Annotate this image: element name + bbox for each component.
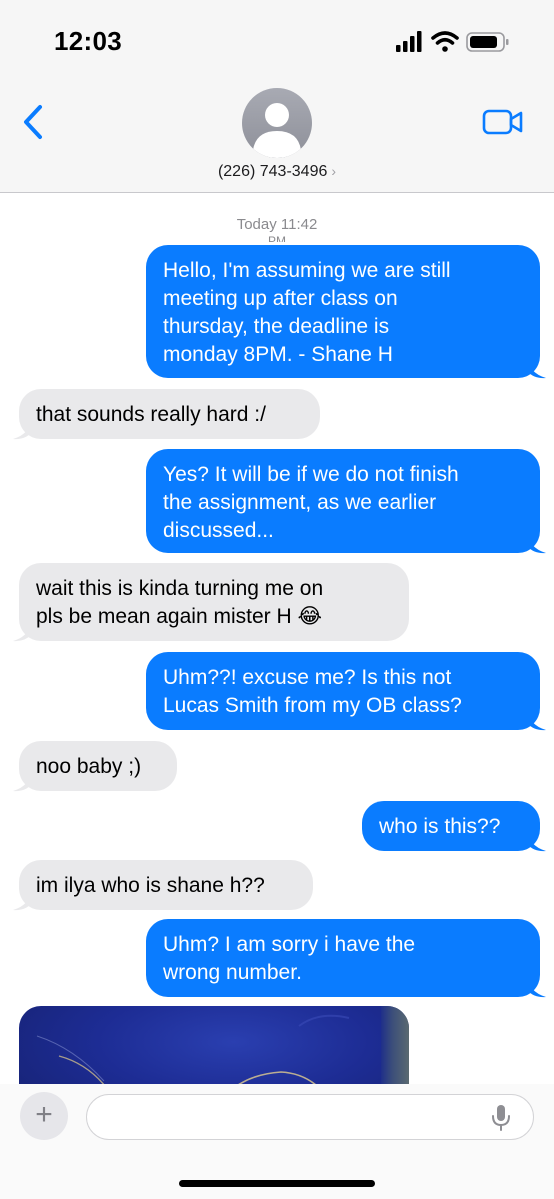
- bubble-tail: [527, 532, 546, 554]
- outgoing-message-bubble[interactable]: Uhm??! excuse me? Is this not Lucas Smit…: [146, 652, 540, 730]
- incoming-message-bubble[interactable]: im ilya who is shane h??: [19, 860, 313, 910]
- apps-plus-button[interactable]: +: [20, 1092, 68, 1140]
- cellular-signal-icon: [396, 31, 422, 52]
- photo-edge: [381, 1006, 409, 1084]
- person-placeholder-icon: [253, 103, 301, 158]
- back-button[interactable]: [18, 104, 48, 140]
- wifi-icon: [431, 31, 459, 52]
- outgoing-message-bubble[interactable]: who is this??: [362, 801, 540, 851]
- photo-attachment[interactable]: [19, 1006, 409, 1084]
- bubble-tail: [527, 976, 546, 998]
- contact-name-row[interactable]: (226) 743-3496 ›: [0, 163, 554, 181]
- conversation-header: 12:03 (226) 743-3496 ›: [0, 0, 554, 193]
- message-timestamp: Today 11:42 PM: [0, 216, 554, 242]
- bubble-tail: [13, 418, 32, 440]
- incoming-message-bubble[interactable]: wait this is kinda turning me on pls be …: [19, 563, 409, 641]
- contact-number: (226) 743-3496: [217, 163, 328, 180]
- message-list[interactable]: Today 11:42 PM Hello, I'm assuming we ar…: [0, 194, 554, 1084]
- incoming-message-bubble[interactable]: that sounds really hard :/: [19, 389, 320, 439]
- bubble-tail: [527, 709, 546, 731]
- incoming-message-bubble[interactable]: noo baby ;): [19, 741, 177, 791]
- messages-screen: 12:03 (226) 743-3496 › Today 11:42 PM He…: [0, 0, 554, 1199]
- outgoing-message-bubble[interactable]: Yes? It will be if we do not finish the …: [146, 449, 540, 553]
- status-icons: [396, 31, 509, 52]
- microphone-icon[interactable]: [490, 1104, 512, 1132]
- video-camera-icon: [482, 109, 523, 135]
- bubble-tail: [13, 889, 32, 911]
- timestamp-subtext: PM: [268, 234, 286, 242]
- message-input[interactable]: [86, 1094, 534, 1140]
- outgoing-message-bubble[interactable]: Hello, I'm assuming we are still meeting…: [146, 245, 540, 378]
- timestamp-text: Today 11:42: [236, 216, 318, 233]
- bubble-tail: [527, 830, 546, 852]
- outgoing-message-bubble[interactable]: Uhm? I am sorry i have the wrong number.: [146, 919, 540, 997]
- compose-bar: +: [0, 1084, 554, 1199]
- photo-content: [36, 1014, 350, 1084]
- chevron-left-icon: [24, 105, 42, 139]
- chevron-right-icon: ›: [331, 163, 337, 179]
- bubble-tail: [13, 770, 32, 792]
- video-call-button[interactable]: [482, 108, 524, 136]
- bubble-tail: [527, 357, 546, 379]
- contact-avatar[interactable]: [242, 88, 312, 158]
- battery-icon: [466, 32, 509, 52]
- home-indicator[interactable]: [179, 1180, 375, 1187]
- bubble-tail: [13, 620, 32, 642]
- status-time: 12:03: [54, 26, 122, 56]
